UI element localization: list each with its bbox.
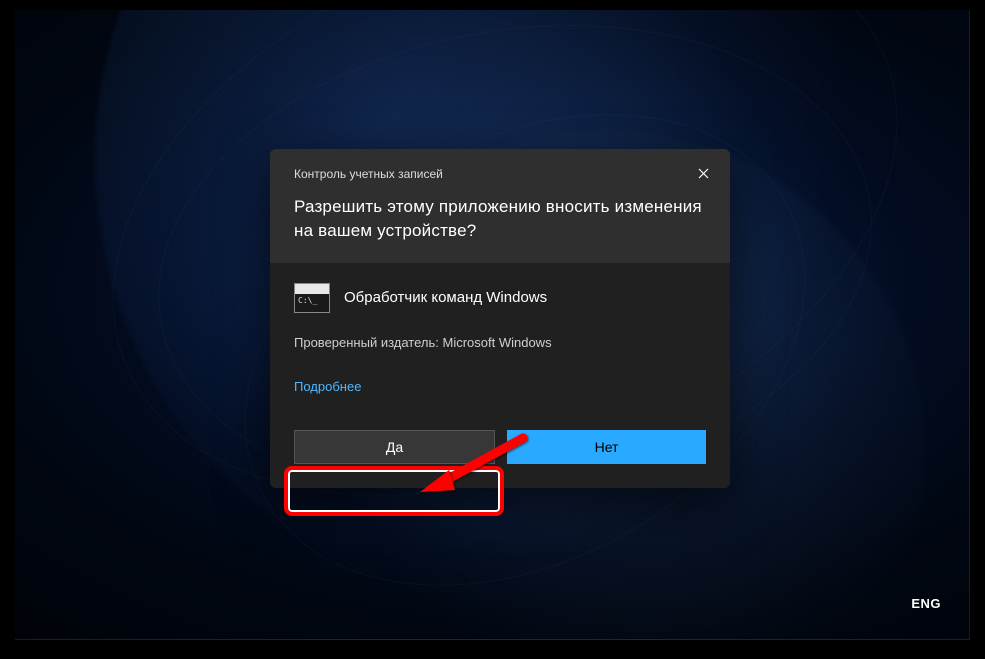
language-indicator[interactable]: ENG — [911, 596, 941, 611]
dialog-question: Разрешить этому приложению вносить измен… — [270, 187, 730, 263]
close-button[interactable] — [686, 159, 720, 187]
dialog-title: Контроль учетных записей — [294, 167, 706, 181]
app-name: Обработчик команд Windows — [344, 289, 547, 306]
app-info-row: Обработчик команд Windows — [294, 283, 706, 313]
desktop-background: Контроль учетных записей Разрешить этому… — [15, 10, 970, 640]
dialog-body: Обработчик команд Windows Проверенный из… — [270, 263, 730, 430]
uac-dialog: Контроль учетных записей Разрешить этому… — [270, 149, 730, 488]
yes-button[interactable]: Да — [294, 430, 495, 464]
close-icon — [698, 168, 709, 179]
button-row: Да Нет — [270, 430, 730, 488]
publisher-text: Проверенный издатель: Microsoft Windows — [294, 335, 706, 350]
cmd-icon — [294, 283, 330, 313]
no-button[interactable]: Нет — [507, 430, 706, 464]
dialog-header: Контроль учетных записей — [270, 149, 730, 187]
details-link[interactable]: Подробнее — [294, 379, 361, 394]
